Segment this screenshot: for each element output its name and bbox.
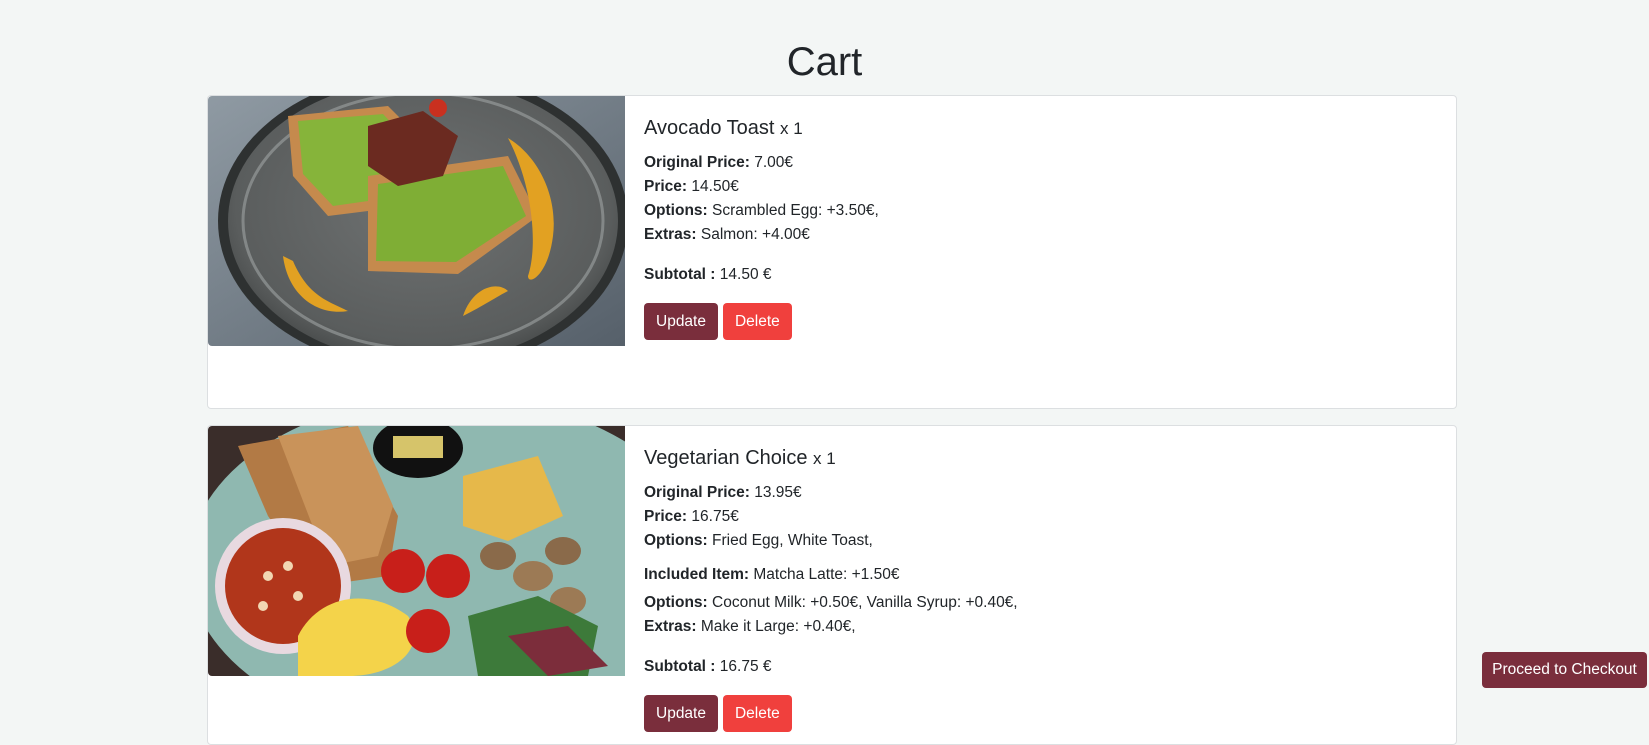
cart-item-details: Vegetarian Choice x 1 Original Price: 13… [644,444,1424,732]
options: Options: Fried Egg, White Toast, [644,529,1424,553]
included-item: Included Item: Matcha Latte: +1.50€ [644,563,1424,587]
delete-button[interactable]: Delete [722,303,792,340]
field-label: Options: [644,202,708,219]
subtotal-label: Subtotal : [644,266,716,283]
update-button[interactable]: Update [644,303,718,340]
field-value: Matcha Latte: +1.50€ [749,566,900,583]
field-label: Extras: [644,618,697,635]
field-value: 7.00€ [749,154,794,171]
item-title: Avocado Toast x 1 [644,114,1424,143]
price: Price: 16.75€ [644,505,1424,529]
original-price: Original Price: 13.95€ [644,481,1424,505]
update-button[interactable]: Update [644,695,718,732]
included-extras: Extras: Make it Large: +0.40€, [644,615,1424,639]
field-label: Original Price: [644,484,750,501]
included-options: Options: Coconut Milk: +0.50€, Vanilla S… [644,591,1424,615]
avocado-toast-image [208,96,625,346]
subtotal-label: Subtotal : [644,658,716,675]
extras: Extras: Salmon: +4.00€ [644,223,1424,247]
field-label: Price: [644,508,688,525]
field-value: 14.50€ [687,178,739,195]
subtotal: Subtotal : 16.75 € [644,655,1424,679]
field-label: Options: [644,594,708,611]
item-title: Vegetarian Choice x 1 [644,444,1424,473]
field-value: 13.95€ [749,484,802,501]
item-actions: Update Delete [644,303,1424,340]
field-label: Extras: [644,226,697,243]
field-label: Original Price: [644,154,750,171]
original-price: Original Price: 7.00€ [644,151,1424,175]
item-quantity: x 1 [813,449,836,468]
field-value: 16.75€ [687,508,739,525]
item-name: Avocado Toast [644,117,775,139]
vegetarian-choice-image [208,426,625,676]
field-label: Included Item: [644,566,750,583]
subtotal-value: 16.75 € [715,658,772,675]
item-name: Vegetarian Choice [644,447,808,469]
subtotal: Subtotal : 14.50 € [644,263,1424,287]
item-quantity: x 1 [780,119,803,138]
cart-item-card: Vegetarian Choice x 1 Original Price: 13… [207,425,1457,745]
item-actions: Update Delete [644,695,1424,732]
proceed-to-checkout-button[interactable]: Proceed to Checkout [1482,652,1647,688]
options: Options: Scrambled Egg: +3.50€, [644,199,1424,223]
price: Price: 14.50€ [644,175,1424,199]
field-value: Scrambled Egg: +3.50€, [707,202,879,219]
field-label: Price: [644,178,688,195]
field-value: Salmon: +4.00€ [696,226,810,243]
cart-item-details: Avocado Toast x 1 Original Price: 7.00€ … [644,114,1424,340]
field-value: Fried Egg, White Toast, [707,532,873,549]
cart-item-card: Avocado Toast x 1 Original Price: 7.00€ … [207,95,1457,409]
subtotal-value: 14.50 € [715,266,772,283]
field-label: Options: [644,532,708,549]
field-value: Coconut Milk: +0.50€, Vanilla Syrup: +0.… [707,594,1018,611]
page-title: Cart [786,40,863,84]
field-value: Make it Large: +0.40€, [696,618,856,635]
delete-button[interactable]: Delete [722,695,792,732]
